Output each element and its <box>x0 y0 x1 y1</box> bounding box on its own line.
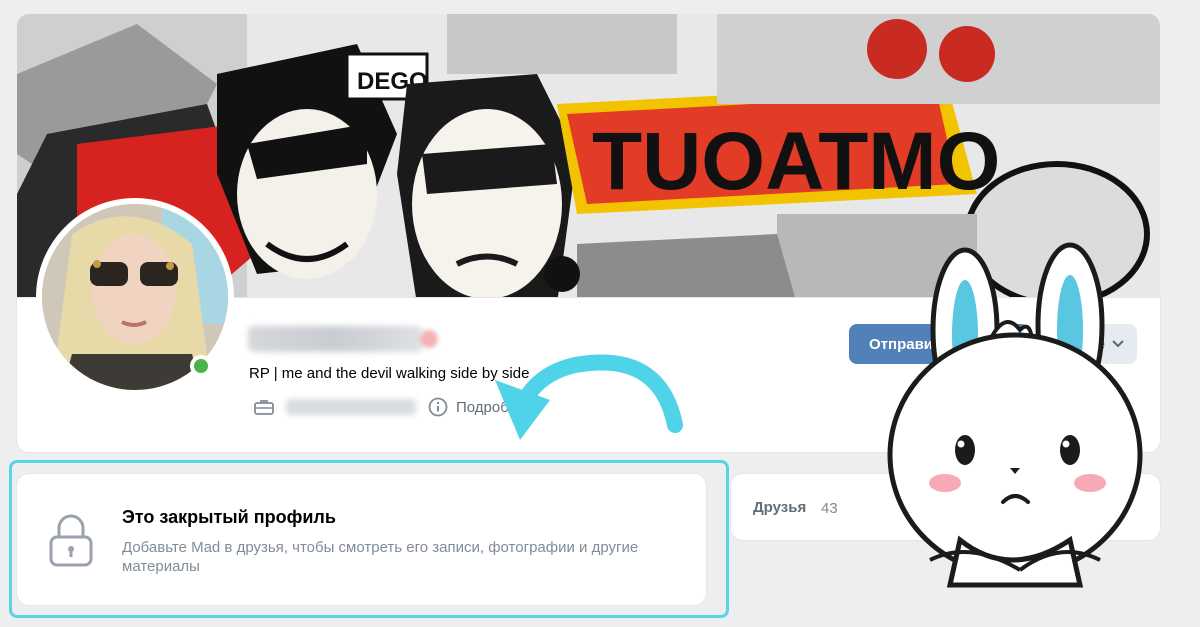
workplace-blurred <box>286 399 416 415</box>
profile-name-blurred <box>248 326 423 352</box>
friends-count: 43 <box>821 500 838 517</box>
private-profile-title: Это закрытый профиль <box>122 507 336 527</box>
profile-page: DEGO TUOATMO RP | me and the devil walki… <box>0 0 1200 627</box>
private-profile-description: Добавьте Mad в друзья, чтобы смотреть ег… <box>122 539 639 575</box>
info-icon[interactable] <box>428 397 448 417</box>
profile-info-row: Подробн <box>254 397 517 417</box>
name-emoji-blurred <box>420 330 438 348</box>
friends-label[interactable]: Друзья <box>753 499 806 516</box>
work-icon <box>254 400 274 415</box>
bunny-sticker <box>887 242 1143 588</box>
online-indicator <box>190 355 212 377</box>
arrow-annotation <box>495 354 683 440</box>
cover-sign-large: TUOATMO <box>592 116 1000 207</box>
lock-icon <box>49 514 93 567</box>
